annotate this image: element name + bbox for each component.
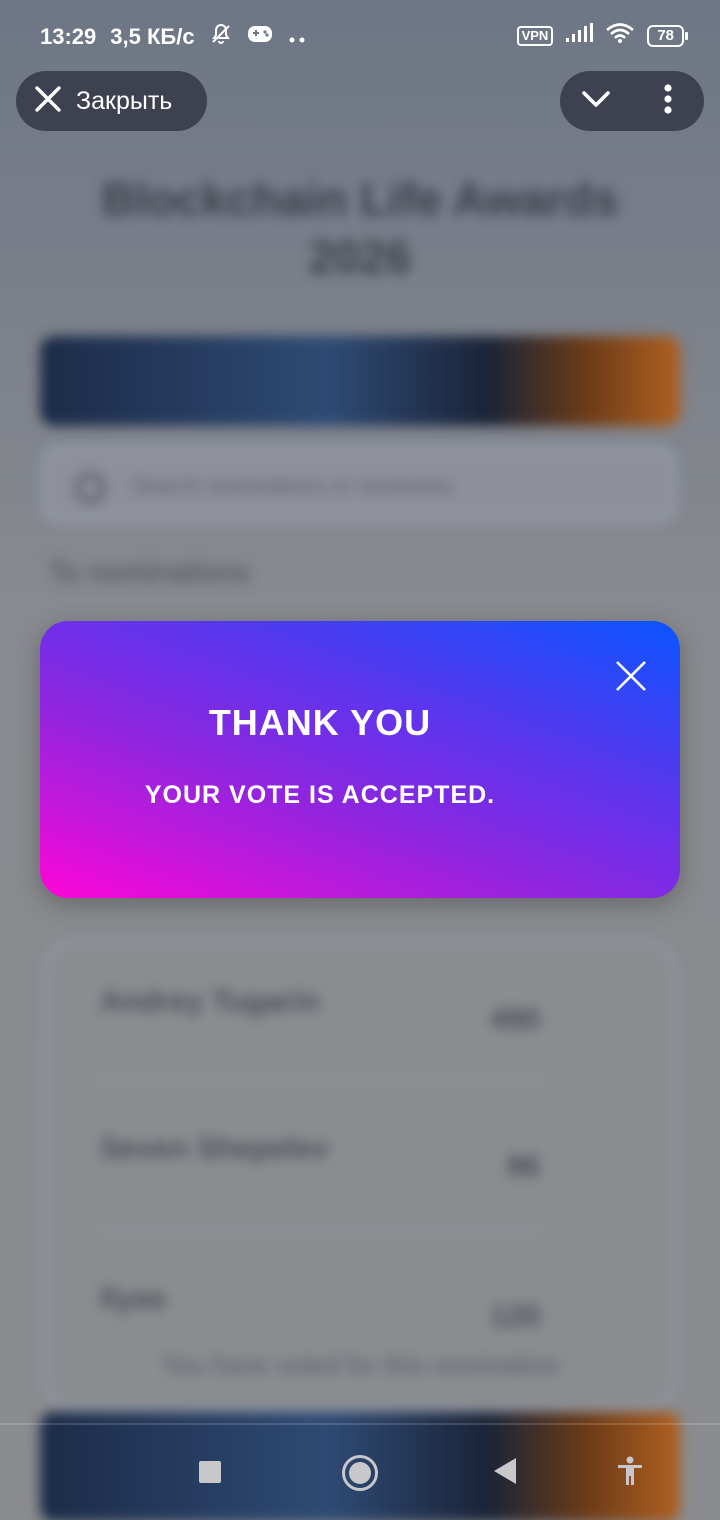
nominee-row: Seven Shepelev 96 xyxy=(100,1132,540,1212)
wifi-icon xyxy=(605,22,635,50)
more-vertical-icon xyxy=(663,83,673,119)
modal-title: THANK YOU xyxy=(208,702,432,743)
nominee-name: Seven Shepelev xyxy=(100,1132,329,1165)
page-title: Blockchain Life Awards 2026 xyxy=(101,173,619,283)
gamepad-icon xyxy=(247,23,273,51)
nominee-votes: 120 xyxy=(489,1300,540,1333)
promo-banner xyxy=(40,336,680,426)
close-icon xyxy=(612,661,650,699)
nominee-row: Andrey Tugarin 490 xyxy=(100,985,540,1065)
home-button[interactable] xyxy=(342,1455,378,1491)
battery-indicator: 78 xyxy=(647,25,688,47)
more-options-button[interactable] xyxy=(644,77,692,125)
nominee-name: Ilyas xyxy=(100,1282,167,1315)
status-bar: 13:29 3,5 КБ/с VPN 78 xyxy=(0,0,720,70)
back-button[interactable] xyxy=(494,1458,516,1484)
nav-divider xyxy=(0,1423,720,1425)
vpn-badge: VPN xyxy=(516,26,554,46)
search-icon xyxy=(75,473,105,503)
system-navigation-bar xyxy=(0,1420,720,1520)
status-time: 13:29 xyxy=(40,24,97,49)
nominee-votes: 490 xyxy=(489,1003,540,1036)
collapse-button[interactable] xyxy=(572,77,620,125)
voted-notice: You have voted for this nomination xyxy=(161,1350,559,1380)
modal-close-button[interactable] xyxy=(612,657,650,695)
accessibility-button[interactable] xyxy=(616,1456,644,1491)
window-controls xyxy=(560,71,704,131)
modal-subtitle: YOUR VOTE IS ACCEPTED. xyxy=(144,781,496,809)
chevron-down-icon xyxy=(581,89,611,114)
row-divider xyxy=(100,1228,540,1230)
close-icon xyxy=(34,85,62,118)
search-field: Search nominations or nominees xyxy=(42,446,676,522)
search-placeholder: Search nominations or nominees xyxy=(131,473,453,498)
close-button[interactable]: Закрыть xyxy=(16,71,207,131)
nominee-name: Andrey Tugarin xyxy=(100,985,320,1018)
bell-off-icon xyxy=(209,22,233,52)
network-speed: 3,5 КБ/с xyxy=(110,24,195,49)
recent-apps-button[interactable] xyxy=(199,1461,221,1483)
close-button-label: Закрыть xyxy=(76,86,173,115)
vote-confirmation-modal xyxy=(40,621,680,898)
accessibility-icon xyxy=(616,1456,644,1490)
signal-icon xyxy=(565,23,594,49)
nominee-votes: 96 xyxy=(506,1150,540,1183)
back-to-nominations-link: To nominations xyxy=(48,556,250,589)
row-divider xyxy=(100,1080,540,1082)
more-notifications-icon xyxy=(287,24,307,50)
